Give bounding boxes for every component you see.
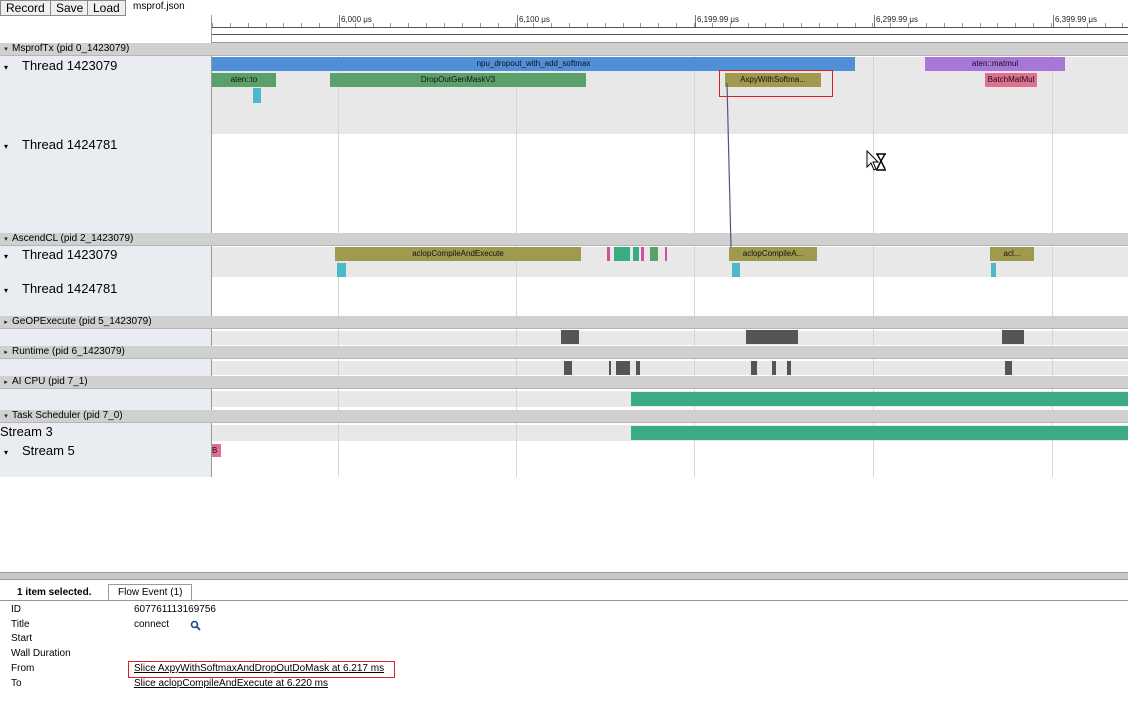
thread-label-stream-3[interactable]: Stream 3: [0, 424, 53, 439]
slice-mark[interactable]: [607, 247, 610, 261]
process-header-ai-cpu[interactable]: ▸ AI CPU (pid 7_1): [0, 376, 1128, 389]
process-label: MsprofTx (pid 0_1423079): [12, 43, 130, 54]
flow-event-arrow[interactable]: [700, 80, 740, 250]
runtime-slice[interactable]: [636, 361, 640, 375]
selection-count: 1 item selected.: [17, 587, 92, 598]
search-icon[interactable]: [190, 620, 201, 631]
expand-triangle-icon[interactable]: ▸: [0, 347, 12, 359]
expand-triangle-icon[interactable]: ▸: [0, 317, 12, 329]
slice-aten-to[interactable]: aten::to: [212, 73, 276, 87]
ruler-tick-label: 6,299.99 μs: [876, 15, 918, 24]
runtime-slice[interactable]: [751, 361, 757, 375]
slice-mark[interactable]: [337, 263, 346, 277]
geop-slice[interactable]: [746, 330, 798, 344]
thread-label-stream-5[interactable]: ▾ Stream 5: [0, 443, 75, 458]
process-label: GeOPExecute (pid 5_1423079): [12, 316, 152, 327]
detail-key-to: To: [11, 678, 22, 689]
runtime-slice[interactable]: [787, 361, 791, 375]
slice-mark[interactable]: [253, 88, 261, 103]
runtime-slice[interactable]: [1005, 361, 1012, 375]
save-button[interactable]: Save: [50, 0, 90, 16]
detail-value-id: 607761113169756: [134, 604, 216, 615]
geop-slice[interactable]: [1002, 330, 1024, 344]
detail-link-to-slice[interactable]: Slice aclopCompileAndExecute at 6.220 ms: [134, 678, 328, 689]
slice-dropout-gen-mask[interactable]: DropOutGenMaskV3: [330, 73, 586, 87]
slice-npu-dropout[interactable]: npu_dropout_with_add_softmax: [212, 57, 855, 71]
collapse-triangle-icon[interactable]: ▾: [0, 234, 12, 246]
slice-mark[interactable]: [641, 247, 644, 261]
process-label: Task Scheduler (pid 7_0): [12, 410, 123, 421]
slice-mark[interactable]: [991, 263, 996, 277]
slice-aclop-compile-execute[interactable]: acl...: [990, 247, 1034, 261]
ruler-tick-label: 6,399.99 μs: [1055, 15, 1097, 24]
collapse-triangle-icon[interactable]: ▾: [0, 411, 12, 423]
runtime-slice[interactable]: [772, 361, 776, 375]
ruler-tick-label: 6,199.99 μs: [697, 15, 739, 24]
load-button[interactable]: Load: [87, 0, 126, 16]
record-button[interactable]: Record: [0, 0, 51, 16]
process-row-bg: [212, 361, 1128, 375]
collapse-triangle-icon[interactable]: ▾: [0, 448, 22, 457]
collapse-triangle-icon[interactable]: ▾: [0, 252, 22, 261]
runtime-slice[interactable]: [616, 361, 630, 375]
runtime-slice[interactable]: [609, 361, 611, 375]
process-label: AI CPU (pid 7_1): [12, 376, 88, 387]
ai-cpu-slice[interactable]: [631, 392, 1128, 406]
stream5-slice[interactable]: B: [212, 444, 221, 457]
detail-key-id: ID: [11, 604, 21, 615]
process-header-ascendcl[interactable]: ▾ AscendCL (pid 2_1423079): [0, 233, 1128, 246]
slice-mark[interactable]: [665, 247, 667, 261]
process-header-msproftx[interactable]: ▾ MsprofTx (pid 0_1423079): [0, 43, 1128, 56]
slice-mark[interactable]: [732, 263, 740, 277]
thread-label-1423079[interactable]: ▾ Thread 1423079: [0, 247, 117, 262]
process-label: Runtime (pid 6_1423079): [12, 346, 125, 357]
time-ruler[interactable]: 6,000 μs 6,100 μs 6,199.99 μs 6,299.99 μ…: [211, 15, 1128, 43]
detail-key-start: Start: [11, 633, 33, 644]
collapse-triangle-icon[interactable]: ▾: [0, 44, 12, 56]
from-highlight-box: [128, 661, 395, 678]
hourglass-cursor-icon: [866, 150, 886, 171]
slice-aclop-compile-execute[interactable]: aclopCompileAndExecute: [335, 247, 581, 261]
slice-mark[interactable]: [633, 247, 639, 261]
slice-aten-matmul[interactable]: aten::matmul: [925, 57, 1065, 71]
process-header-runtime[interactable]: ▸ Runtime (pid 6_1423079): [0, 346, 1128, 359]
slice-aclop-compile-execute[interactable]: aclopCompileA...: [729, 247, 817, 261]
file-name: msprof.json: [133, 1, 185, 12]
collapse-triangle-icon[interactable]: ▾: [0, 142, 22, 151]
detail-key-wall-duration: Wall Duration: [11, 648, 71, 659]
geop-slice[interactable]: [561, 330, 579, 344]
slice-mark[interactable]: [614, 247, 630, 261]
process-label: AscendCL (pid 2_1423079): [12, 233, 134, 244]
panel-splitter[interactable]: [0, 572, 1128, 580]
detail-key-from: From: [11, 663, 35, 674]
slice-mark[interactable]: [650, 247, 658, 261]
detail-value-title: connect: [134, 619, 170, 630]
stream3-slice[interactable]: [631, 426, 1128, 440]
thread-label-1424781[interactable]: ▾ Thread 1424781: [0, 281, 117, 296]
expand-triangle-icon[interactable]: ▸: [0, 377, 12, 389]
tab-flow-event[interactable]: Flow Event (1): [108, 584, 193, 601]
process-header-geopexecute[interactable]: ▸ GeOPExecute (pid 5_1423079): [0, 316, 1128, 329]
process-row-bg: [212, 331, 1128, 345]
collapse-triangle-icon[interactable]: ▾: [0, 63, 22, 72]
collapse-triangle-icon[interactable]: ▾: [0, 286, 22, 295]
process-header-task-scheduler[interactable]: ▾ Task Scheduler (pid 7_0): [0, 410, 1128, 423]
slice-batch-matmul[interactable]: BatchMatMul: [985, 73, 1037, 87]
thread-label-1424781[interactable]: ▾ Thread 1424781: [0, 137, 117, 152]
detail-key-title: Title: [11, 619, 30, 630]
thread-label-1423079[interactable]: ▾ Thread 1423079: [0, 58, 117, 73]
runtime-slice[interactable]: [564, 361, 572, 375]
